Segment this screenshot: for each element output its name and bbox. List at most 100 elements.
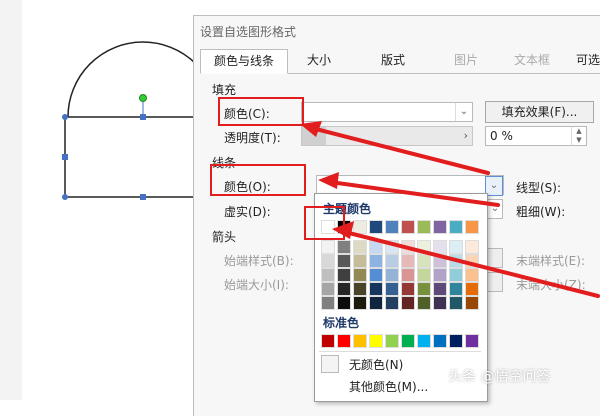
theme-shade-swatch[interactable]	[337, 268, 351, 282]
standard-color-swatch[interactable]	[353, 334, 367, 348]
theme-shade-swatch[interactable]	[321, 254, 335, 268]
transparency-slider[interactable]: ›	[301, 126, 473, 146]
theme-shade-swatch[interactable]	[369, 282, 383, 296]
line-dash-label: 虚实(D):	[224, 205, 271, 219]
resize-handle-top-left[interactable]	[62, 114, 68, 120]
standard-color-swatch[interactable]	[321, 334, 335, 348]
theme-color-swatch[interactable]	[369, 220, 383, 234]
theme-shade-swatch[interactable]	[401, 254, 415, 268]
theme-shade-swatch[interactable]	[433, 296, 447, 310]
theme-shade-swatch[interactable]	[401, 296, 415, 310]
theme-shade-swatch[interactable]	[417, 296, 431, 310]
theme-shade-swatch[interactable]	[401, 282, 415, 296]
theme-shade-swatch[interactable]	[465, 268, 479, 282]
theme-shade-swatch[interactable]	[433, 268, 447, 282]
theme-color-swatch[interactable]	[417, 220, 431, 234]
theme-shade-swatch[interactable]	[321, 268, 335, 282]
theme-color-swatch[interactable]	[385, 220, 399, 234]
line-color-combo[interactable]: ⌄	[316, 175, 504, 196]
line-weight-label: 粗细(W):	[516, 205, 566, 219]
theme-shade-swatch[interactable]	[337, 296, 351, 310]
chevron-down-icon[interactable]: ⌄	[455, 103, 472, 121]
theme-shade-swatch[interactable]	[433, 282, 447, 296]
theme-shade-swatch[interactable]	[385, 268, 399, 282]
theme-shade-swatch[interactable]	[417, 254, 431, 268]
theme-shade-swatch[interactable]	[369, 254, 383, 268]
theme-shade-swatch[interactable]	[401, 268, 415, 282]
arrows-section-title: 箭头	[212, 230, 237, 244]
theme-shade-swatch[interactable]	[353, 240, 367, 254]
annotation-box-line-color	[210, 164, 306, 196]
rotate-handle[interactable]	[139, 94, 147, 102]
theme-shade-swatch[interactable]	[449, 268, 463, 282]
tab-layout[interactable]: 版式	[360, 49, 426, 72]
dialog-titlebar[interactable]: 设置自选图形格式	[194, 16, 600, 46]
theme-shade-swatch[interactable]	[353, 268, 367, 282]
theme-shade-swatch[interactable]	[417, 282, 431, 296]
resize-handle-top[interactable]	[140, 114, 146, 120]
transparency-spinner[interactable]: 0 % ▲ ▼	[485, 126, 587, 146]
dialog-tabs: 颜色与线条 大小 版式 图片 文本框 可选	[200, 49, 600, 74]
slider-thumb[interactable]	[302, 127, 326, 145]
theme-shade-swatch[interactable]	[369, 240, 383, 254]
fill-effects-button[interactable]: 填充效果(F)...	[485, 101, 594, 123]
theme-shade-swatch[interactable]	[465, 254, 479, 268]
begin-style-label: 始端样式(B):	[224, 254, 294, 268]
theme-shade-swatch[interactable]	[353, 282, 367, 296]
theme-color-swatch[interactable]	[449, 220, 463, 234]
spinner-arrows-icon[interactable]: ▲ ▼	[571, 127, 586, 145]
standard-color-swatch[interactable]	[369, 334, 383, 348]
theme-shade-swatch[interactable]	[401, 240, 415, 254]
standard-color-swatch[interactable]	[385, 334, 399, 348]
tab-alt-text[interactable]: 可选	[566, 49, 600, 72]
tab-textbox[interactable]: 文本框	[500, 49, 564, 72]
standard-color-swatch[interactable]	[337, 334, 351, 348]
theme-shade-swatch[interactable]	[449, 240, 463, 254]
theme-shade-swatch[interactable]	[385, 296, 399, 310]
standard-color-swatch[interactable]	[433, 334, 447, 348]
theme-shade-swatch[interactable]	[465, 282, 479, 296]
no-color-label: 无颜色(N)	[349, 358, 404, 372]
theme-shade-swatch[interactable]	[385, 282, 399, 296]
standard-color-swatch[interactable]	[417, 334, 431, 348]
line-dash-combo[interactable]: ⌄	[487, 199, 503, 219]
theme-shade-swatch[interactable]	[449, 296, 463, 310]
chevron-down-icon[interactable]: ⌄	[488, 200, 502, 218]
theme-shade-swatch[interactable]	[465, 240, 479, 254]
theme-shade-swatch[interactable]	[385, 254, 399, 268]
theme-color-swatch[interactable]	[401, 220, 415, 234]
theme-shade-swatch[interactable]	[433, 254, 447, 268]
standard-color-swatch[interactable]	[449, 334, 463, 348]
theme-shade-swatch[interactable]	[353, 254, 367, 268]
theme-shade-swatch[interactable]	[337, 254, 351, 268]
theme-shade-swatch[interactable]	[433, 240, 447, 254]
theme-shade-swatch[interactable]	[417, 240, 431, 254]
resize-handle-bottom[interactable]	[140, 194, 146, 200]
theme-shade-swatch[interactable]	[417, 268, 431, 282]
theme-shade-swatch[interactable]	[321, 282, 335, 296]
theme-shade-swatch[interactable]	[337, 240, 351, 254]
end-style-combo	[487, 248, 503, 268]
theme-shade-swatch[interactable]	[369, 296, 383, 310]
standard-color-swatch[interactable]	[465, 334, 479, 348]
fill-color-combo[interactable]: ⌄	[301, 102, 473, 122]
standard-color-swatch[interactable]	[401, 334, 415, 348]
theme-color-swatch[interactable]	[433, 220, 447, 234]
theme-shade-swatch[interactable]	[385, 240, 399, 254]
tab-color-and-lines[interactable]: 颜色与线条	[200, 49, 288, 74]
theme-shade-swatch[interactable]	[449, 282, 463, 296]
theme-shade-swatch[interactable]	[465, 296, 479, 310]
theme-shade-swatch[interactable]	[337, 282, 351, 296]
theme-shade-swatch[interactable]	[449, 254, 463, 268]
theme-color-swatch[interactable]	[465, 220, 479, 234]
theme-shade-swatch[interactable]	[321, 296, 335, 310]
theme-shade-swatch[interactable]	[369, 268, 383, 282]
annotation-box-white-swatch	[304, 206, 345, 240]
theme-shade-swatch[interactable]	[321, 240, 335, 254]
tab-size[interactable]: 大小	[288, 49, 350, 72]
resize-handle-left[interactable]	[62, 154, 68, 160]
theme-color-swatch[interactable]	[353, 220, 367, 234]
resize-handle-bottom-left[interactable]	[62, 194, 68, 200]
tab-picture[interactable]: 图片	[436, 49, 496, 72]
theme-shade-swatch[interactable]	[353, 296, 367, 310]
